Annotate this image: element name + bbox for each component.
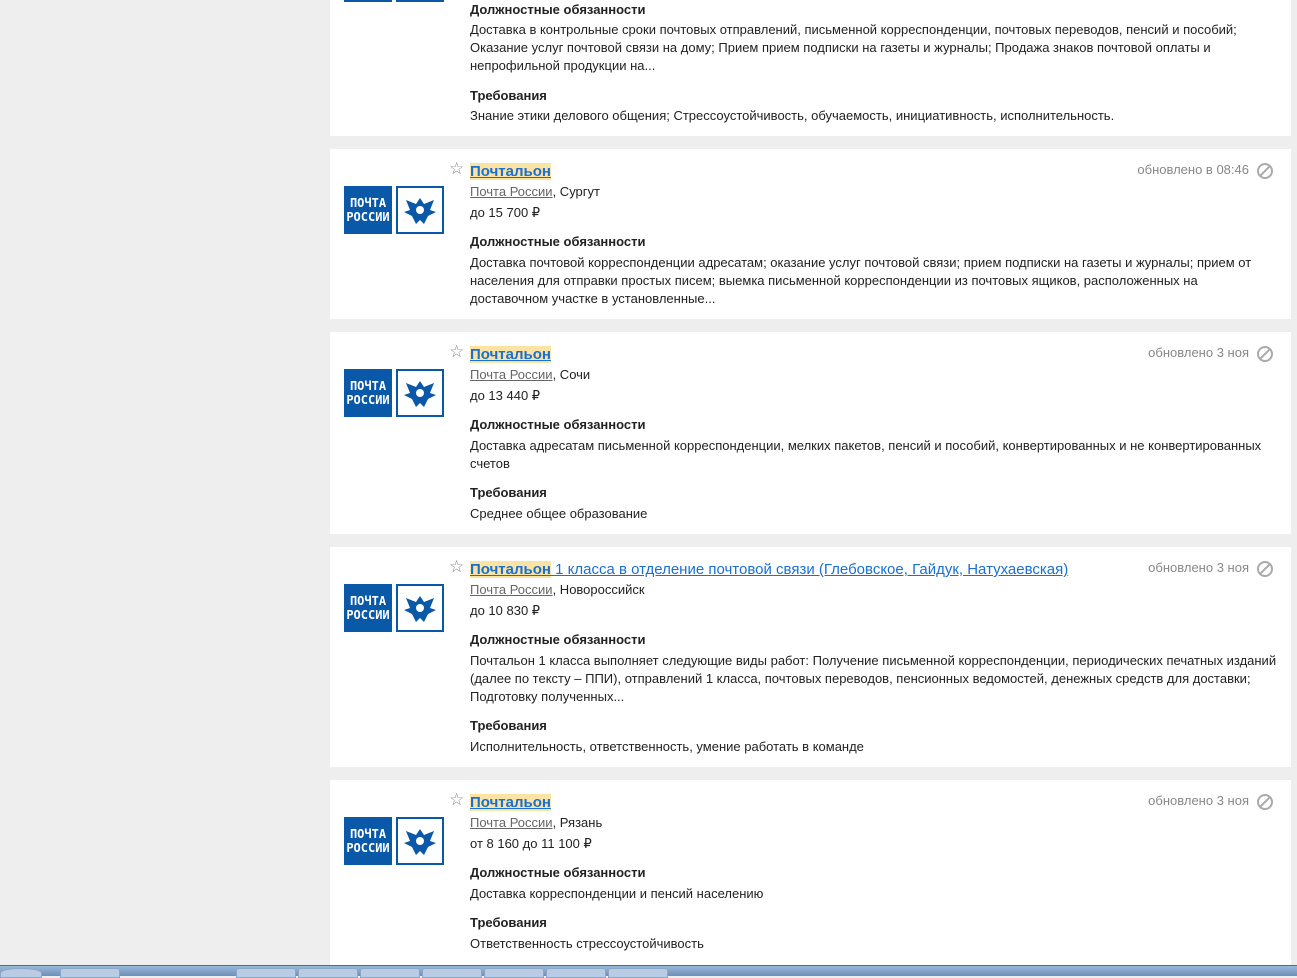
duties-heading: Должностные обязанности	[470, 865, 646, 880]
vacancy-card: ПОЧТА РОССИИ ☆ Почтальон 1 класса в отдел…	[330, 547, 1291, 767]
vacancy-card: ПОЧТА РОССИИ ☆ Почтальон обновлено 3 ноя …	[330, 780, 1291, 965]
city: , Сочи	[552, 367, 591, 382]
taskbar-button[interactable]	[608, 968, 668, 978]
vacancy-title-link[interactable]: Почтальон	[470, 163, 551, 181]
eagle-emblem-icon	[396, 584, 444, 632]
salary: до 10 830 ₽	[470, 603, 541, 618]
eagle-emblem-icon	[396, 0, 444, 2]
duties-heading: Должностные обязанности	[470, 2, 646, 17]
employer-link[interactable]: Почта России	[470, 815, 553, 830]
logo-text: ПОЧТАРОССИИ	[344, 0, 392, 2]
company-line: Почта России, Сочи	[470, 367, 590, 383]
city: , Рязань	[552, 815, 603, 830]
duties-heading: Должностные обязанности	[470, 632, 646, 647]
updated-date: обновлено 3 ноя	[1148, 345, 1249, 360]
employer-logo[interactable]: ПОЧТАРОССИИ	[344, 0, 444, 4]
requirements-heading: Требования	[470, 88, 547, 103]
duties-text: Доставка в контрольные сроки почтовых от…	[470, 22, 1237, 73]
favorite-star-icon[interactable]: ☆	[449, 160, 464, 178]
taskbar-button[interactable]	[484, 968, 544, 978]
logo-text: ПОЧТАРОССИИ	[344, 369, 392, 417]
requirements-heading: Требования	[470, 718, 547, 733]
vacancy-card: ПОЧТАРОССИИ Должностные обязанности Дост…	[330, 0, 1291, 136]
company-line: Почта России, Рязань	[470, 815, 602, 831]
duties-text: Почтальон 1 класса выполняет следующие в…	[470, 653, 1277, 704]
salary: до 13 440 ₽	[470, 388, 541, 403]
requirements-text: Знание этики делового общения; Стрессоус…	[470, 108, 1115, 123]
duties-text: Доставка адресатам письменной корреспонд…	[470, 438, 1262, 471]
taskbar-button[interactable]	[546, 968, 606, 978]
updated-date: обновлено в 08:46	[1137, 162, 1249, 177]
requirements-text: Среднее общее образование	[470, 506, 648, 521]
employer-logo[interactable]: ПОЧТАРОССИИ	[344, 584, 444, 634]
start-button[interactable]	[0, 968, 42, 978]
city: , Новороссийск	[552, 582, 645, 597]
duties-text: Доставка корреспонденции и пенсий населе…	[470, 886, 764, 901]
requirements-heading: Требования	[470, 915, 547, 930]
favorite-star-icon[interactable]: ☆	[449, 558, 464, 576]
eagle-emblem-icon	[396, 817, 444, 865]
duties-heading: Должностные обязанности	[470, 234, 646, 249]
taskbar-button[interactable]	[422, 968, 482, 978]
eagle-emblem-icon	[396, 369, 444, 417]
employer-logo[interactable]: ПОЧТАРОССИИ	[344, 369, 444, 419]
duties-text: Доставка почтовой корреспонденции адреса…	[470, 255, 1252, 306]
vacancy-card: ПОЧТА РОССИИ ☆ Почтальон обновлено 3 ноя …	[330, 332, 1291, 534]
taskbar	[0, 965, 1297, 978]
salary: до 15 700 ₽	[470, 205, 541, 220]
salary: от 8 160 до 11 100 ₽	[470, 836, 592, 851]
employer-link[interactable]: Почта России	[470, 184, 553, 199]
duties-heading: Должностные обязанности	[470, 417, 646, 432]
taskbar-button[interactable]	[298, 968, 358, 978]
logo-text: ПОЧТАРОССИИ	[344, 584, 392, 632]
requirements-text: Ответственность стрессоустойчивость	[470, 936, 704, 951]
company-line: Почта России, Новороссийск	[470, 582, 645, 598]
vacancy-title-link[interactable]: Почтальон 1 класса в отделение почтовой …	[470, 561, 1068, 579]
requirements-text: Исполнительность, ответственность, умени…	[470, 739, 864, 754]
city: , Сургут	[552, 184, 600, 199]
taskbar-button[interactable]	[60, 968, 120, 978]
updated-date: обновлено 3 ноя	[1148, 793, 1249, 808]
vacancy-card: ПОЧТА РОССИИ ☆ Почтальон обновлено в 08:4…	[330, 149, 1291, 319]
employer-logo[interactable]: ПОЧТАРОССИИ	[344, 186, 444, 236]
eagle-emblem-icon	[396, 186, 444, 234]
logo-text: ПОЧТАРОССИИ	[344, 186, 392, 234]
favorite-star-icon[interactable]: ☆	[449, 791, 464, 809]
employer-link[interactable]: Почта России	[470, 367, 553, 382]
taskbar-button[interactable]	[236, 968, 296, 978]
hide-vacancy-icon[interactable]	[1257, 794, 1273, 810]
taskbar-button[interactable]	[360, 968, 420, 978]
favorite-star-icon[interactable]: ☆	[449, 343, 464, 361]
vacancy-title-link[interactable]: Почтальон	[470, 346, 551, 364]
employer-logo[interactable]: ПОЧТАРОССИИ	[344, 817, 444, 867]
employer-link[interactable]: Почта России	[470, 582, 553, 597]
hide-vacancy-icon[interactable]	[1257, 346, 1273, 362]
vacancy-title-link[interactable]: Почтальон	[470, 794, 551, 812]
logo-text: ПОЧТАРОССИИ	[344, 817, 392, 865]
hide-vacancy-icon[interactable]	[1257, 163, 1273, 179]
requirements-heading: Требования	[470, 485, 547, 500]
company-line: Почта России, Сургут	[470, 184, 600, 200]
hide-vacancy-icon[interactable]	[1257, 561, 1273, 577]
updated-date: обновлено 3 ноя	[1148, 560, 1249, 575]
